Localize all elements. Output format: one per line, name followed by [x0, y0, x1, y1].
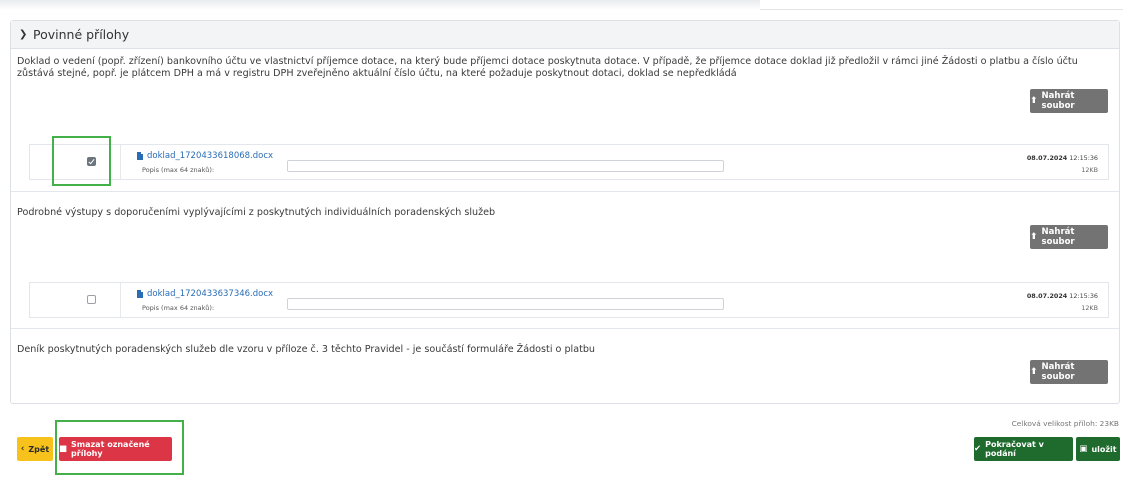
- save-icon: ▣: [1079, 444, 1088, 454]
- file-icon: [137, 152, 143, 160]
- file-name: doklad_1720433618068.docx: [147, 151, 274, 161]
- description-label: Popis (max 64 znaků):: [142, 304, 215, 312]
- back-button[interactable]: ‹ Zpět: [17, 437, 53, 461]
- mandatory-attachments-panel: ❯ Povinné přílohy Doklad o vedení (popř.…: [10, 20, 1120, 404]
- chevron-down-icon[interactable]: ❯: [19, 29, 33, 40]
- file-row: doklad_1720433637346.docx Popis (max 64 …: [29, 282, 1109, 318]
- section-separator: [11, 328, 1119, 329]
- save-button-label: uložit: [1091, 444, 1117, 454]
- file-link[interactable]: doklad_1720433637346.docx: [137, 289, 273, 299]
- file-time-value: 12:15:36: [1069, 154, 1098, 162]
- file-name: doklad_1720433637346.docx: [147, 289, 274, 299]
- back-button-label: Zpět: [28, 444, 50, 454]
- upload-icon: ⬆: [1030, 96, 1038, 106]
- file-size: 12KB: [1081, 304, 1098, 312]
- attachment-description: Doklad o vedení (popř. zřízení) bankovní…: [17, 56, 1078, 79]
- total-attachments-size: Celková velikost příloh: 23KB: [1011, 419, 1119, 428]
- checkbox-highlight: [52, 136, 111, 186]
- top-tab: [760, 0, 1123, 10]
- attachment-description: Deník poskytnutých poradenských služeb d…: [17, 344, 596, 355]
- panel-title: Povinné přílohy: [33, 27, 130, 42]
- upload-button-label: Nahrát soubor: [1041, 362, 1075, 382]
- upload-file-button[interactable]: ⬆ Nahrát soubor: [1030, 360, 1108, 384]
- upload-icon: ⬆: [1030, 232, 1038, 242]
- upload-button-label: Nahrát soubor: [1041, 227, 1075, 247]
- top-bar: [0, 0, 1123, 10]
- description-input[interactable]: [287, 160, 724, 172]
- description-input[interactable]: [287, 298, 724, 310]
- trash-icon: ■: [59, 444, 68, 454]
- file-select-checkbox[interactable]: [87, 295, 96, 304]
- upload-icon: ⬆: [1030, 367, 1038, 377]
- file-link[interactable]: doklad_1720433618068.docx: [137, 151, 273, 161]
- attachment-description: Podrobné výstupy s doporučeními vyplývaj…: [17, 207, 496, 218]
- upload-file-button[interactable]: ⬆ Nahrát soubor: [1030, 225, 1108, 249]
- delete-selected-attachments-button[interactable]: ■ Smazat označené přílohy: [59, 437, 172, 461]
- delete-button-label: Smazat označené přílohy: [71, 440, 150, 458]
- continue-button-label: Pokračovat v podání: [985, 440, 1044, 458]
- file-date: 08.07.2024 12:15:36: [1027, 154, 1098, 162]
- description-label: Popis (max 64 znaků):: [142, 166, 215, 174]
- upload-file-button[interactable]: ⬆ Nahrát soubor: [1030, 89, 1108, 113]
- upload-button-label: Nahrát soubor: [1041, 91, 1075, 111]
- chevron-left-icon: ‹: [20, 444, 25, 454]
- continue-submission-button[interactable]: ✔ Pokračovat v podání: [974, 437, 1073, 461]
- file-date-value: 08.07.2024: [1026, 292, 1068, 300]
- check-icon: ✔: [974, 444, 982, 454]
- save-button[interactable]: ▣ uložit: [1076, 437, 1120, 461]
- file-size: 12KB: [1081, 166, 1098, 174]
- row-divider: [120, 283, 121, 317]
- file-time-value: 12:15:36: [1069, 292, 1098, 300]
- file-date: 08.07.2024 12:15:36: [1027, 292, 1098, 300]
- row-divider: [120, 145, 121, 179]
- file-row: doklad_1720433618068.docx Popis (max 64 …: [29, 144, 1109, 180]
- file-date-value: 08.07.2024: [1026, 154, 1068, 162]
- file-icon: [137, 290, 143, 298]
- section-separator: [11, 191, 1119, 192]
- panel-header[interactable]: ❯ Povinné přílohy: [11, 21, 1119, 49]
